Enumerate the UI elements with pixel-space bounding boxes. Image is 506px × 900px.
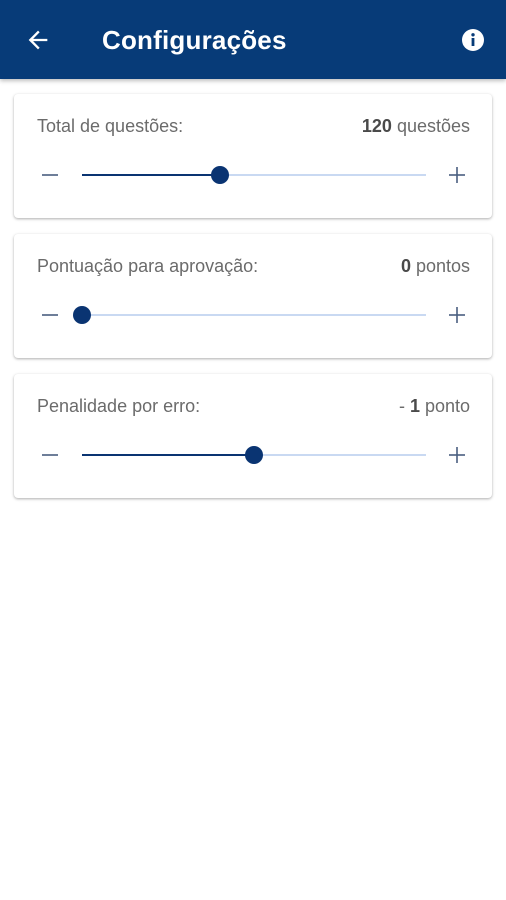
back-button[interactable] [20,22,56,58]
decrease-button[interactable] [35,160,65,190]
plus-icon [449,167,465,183]
setting-value: - 1 ponto [399,394,470,418]
error-penalty-slider[interactable] [82,446,426,464]
decrease-button[interactable] [35,440,65,470]
slider-thumb[interactable] [73,306,91,324]
value-unit: pontos [410,256,470,276]
page-title: Configurações [102,25,287,55]
minus-icon [42,174,58,176]
setting-value: 0 pontos [401,254,470,278]
slider-thumb[interactable] [245,446,263,464]
value-number: 0 [400,256,411,276]
increase-button[interactable] [442,160,472,190]
setting-label: Penalidade por erro: [37,396,201,416]
value-number: 1 [409,396,420,416]
setting-label: Pontuação para aprovação: [37,256,259,276]
total-questions-slider[interactable] [82,166,426,184]
setting-value: 120 questões [362,114,470,138]
increase-button[interactable] [442,440,472,470]
setting-label: Total de questões: [37,116,184,136]
value-prefix: - [398,396,410,416]
slider-fill [82,454,254,456]
arrow-left-icon [28,30,48,50]
slider-track [82,314,426,316]
value-unit: ponto [419,396,470,416]
plus-icon [449,447,465,463]
minus-icon [42,454,58,456]
info-icon [462,29,484,51]
slider-thumb[interactable] [210,166,229,184]
value-unit: questões [391,116,470,136]
setting-card-error-penalty: Penalidade por erro: - 1 ponto [14,374,492,498]
slider-fill [82,174,220,176]
plus-icon [449,307,465,323]
setting-card-total-questions: Total de questões: 120 questões [14,94,492,218]
increase-button[interactable] [442,300,472,330]
decrease-button[interactable] [35,300,65,330]
passing-score-slider[interactable] [73,306,426,324]
minus-icon [42,314,58,316]
app-bar: Configurações [0,0,506,79]
info-button[interactable] [460,27,486,53]
setting-card-passing-score: Pontuação para aprovação: 0 pontos [14,234,492,358]
value-number: 120 [361,116,392,136]
